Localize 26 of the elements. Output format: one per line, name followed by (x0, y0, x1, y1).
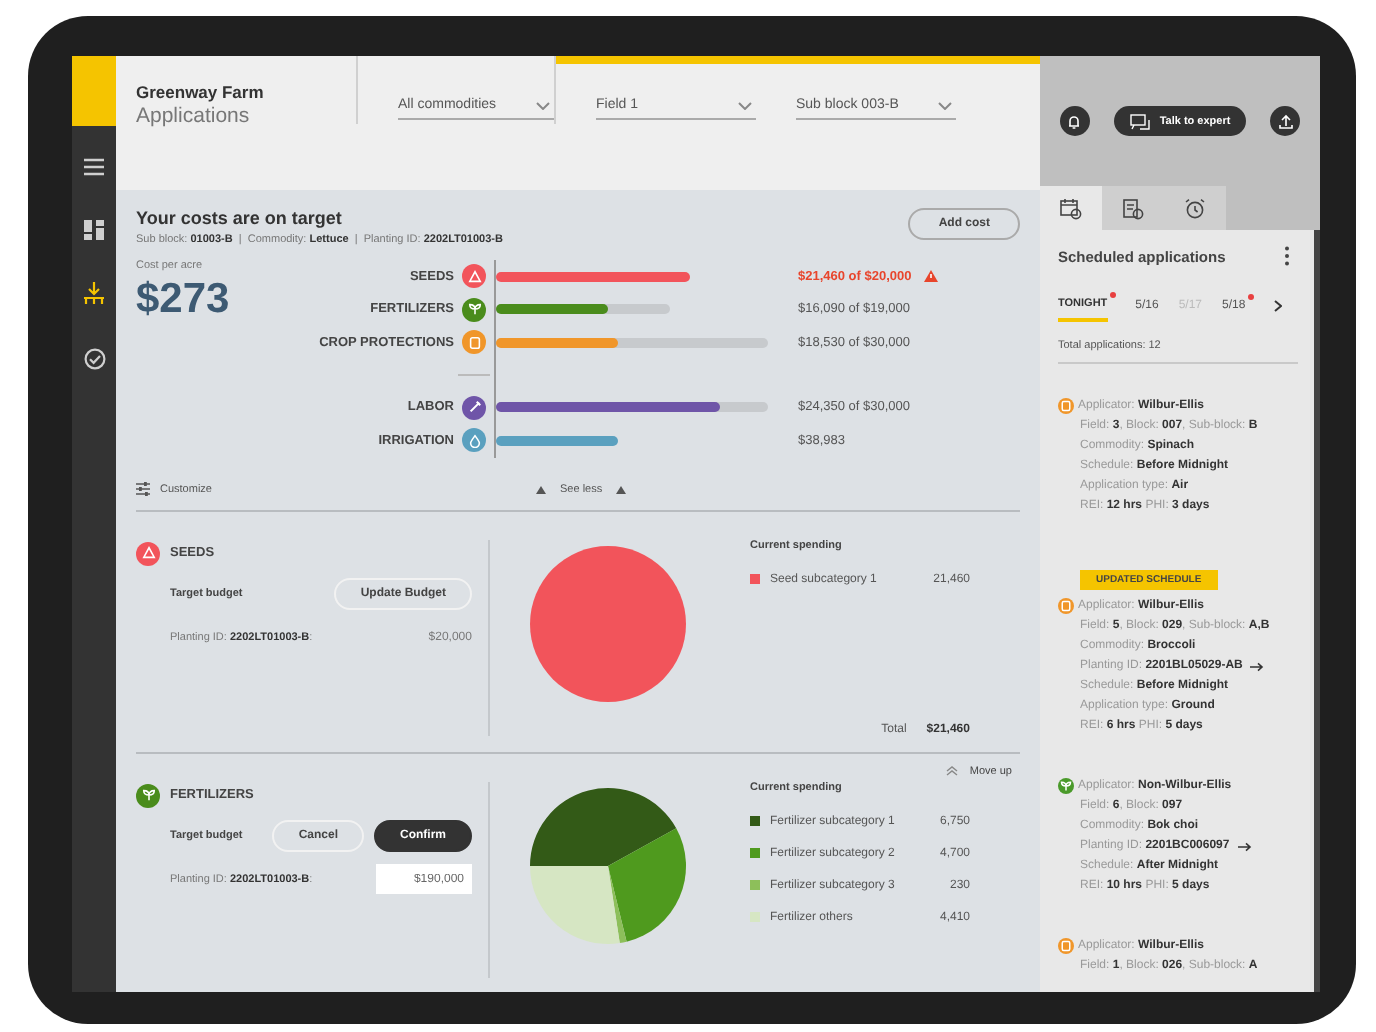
more-options-icon[interactable] (1284, 246, 1290, 266)
arrow-right-icon[interactable] (1250, 661, 1265, 671)
double-chevron-up-icon[interactable] (945, 766, 958, 776)
alarm-clock-icon[interactable] (1184, 197, 1206, 219)
chat-icon (1129, 113, 1150, 129)
triangle-up-icon[interactable] (536, 485, 546, 493)
brand-block (72, 56, 116, 126)
calendar-icon[interactable] (1060, 197, 1082, 219)
alarm-clock-tab[interactable] (1164, 186, 1226, 230)
arrow-right-icon[interactable] (1237, 841, 1252, 851)
triangle-up-icon[interactable] (616, 485, 627, 493)
summary-title: Your costs are on target (136, 208, 344, 228)
clipboard-icon[interactable] (1122, 197, 1144, 219)
farm-name: Greenway Farm (136, 82, 266, 102)
warning-icon (923, 270, 938, 283)
cost-value: $273 (136, 276, 232, 324)
calendar-tab[interactable] (1040, 186, 1102, 230)
sliders-icon[interactable] (136, 482, 150, 496)
chevron-right-icon[interactable] (1273, 300, 1282, 312)
upload-icon[interactable] (1270, 106, 1301, 136)
chevron-down-icon[interactable] (938, 101, 952, 109)
chevron-down-icon[interactable] (738, 101, 752, 109)
page-title: Applications (136, 104, 252, 128)
notification-bell-icon[interactable] (1059, 106, 1090, 136)
clipboard-tab[interactable] (1102, 186, 1164, 230)
chevron-down-icon[interactable] (536, 101, 550, 109)
